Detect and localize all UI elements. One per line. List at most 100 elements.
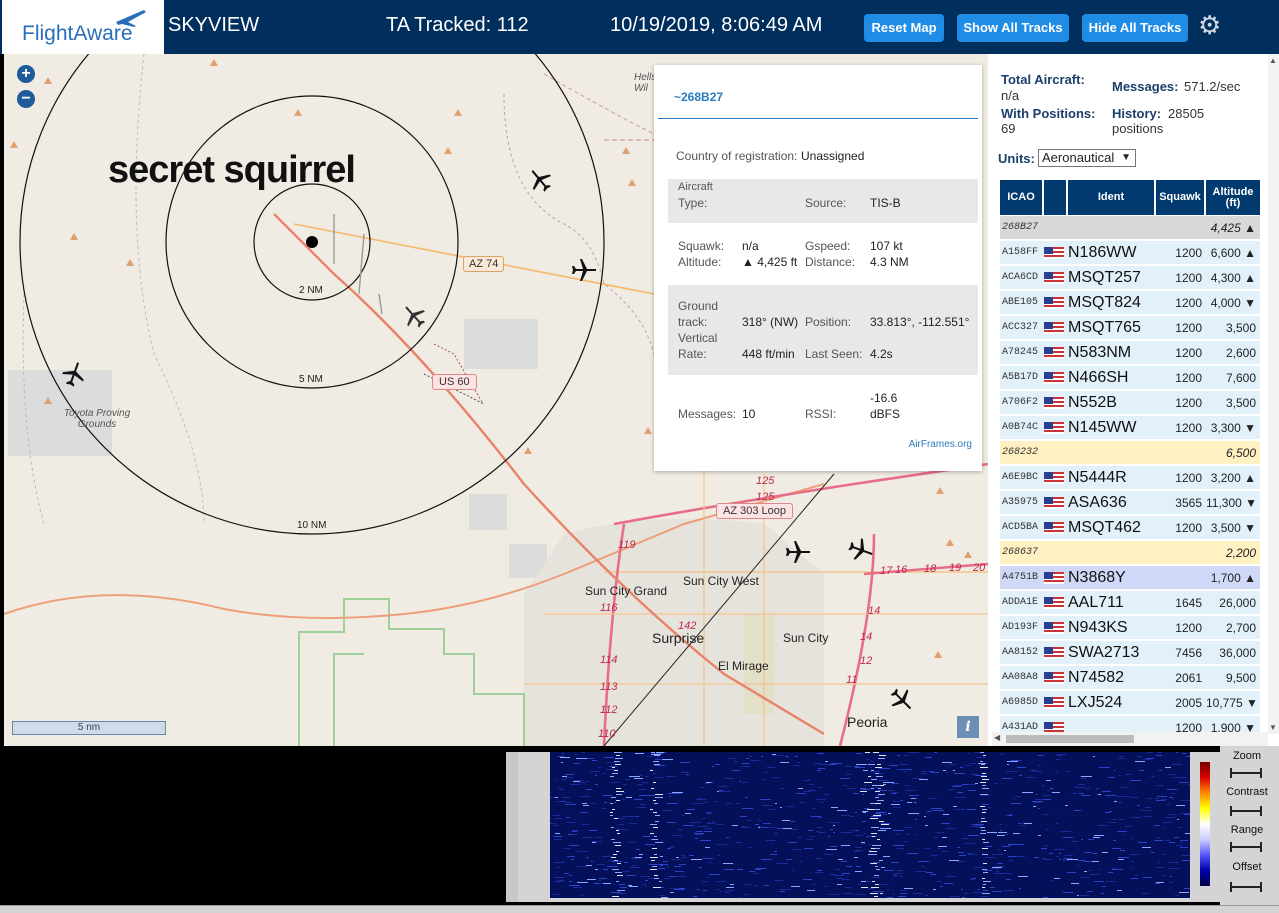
column-header-altitude[interactable]: Altitude (ft) <box>1206 180 1260 215</box>
us-flag-icon <box>1044 297 1064 309</box>
ident-cell <box>1068 541 1154 565</box>
table-row[interactable]: ADDA1E AAL711 1645 26,000 <box>1000 591 1260 615</box>
table-row[interactable]: ABE105 MSQT824 1200 4,000 ▼ <box>1000 291 1260 315</box>
aircraft-icon[interactable] <box>60 360 88 388</box>
color-scale-bar <box>1200 762 1210 886</box>
icao-cell: A6985D <box>1002 697 1039 708</box>
column-header-squawk[interactable]: Squawk <box>1156 180 1204 215</box>
altitude-cell: 2,700 <box>1225 621 1256 635</box>
divider <box>658 118 978 119</box>
vertical-scrollbar[interactable]: ▲ ▼ <box>1268 54 1279 734</box>
us-flag-icon <box>1044 522 1064 534</box>
reset-map-button[interactable]: Reset Map <box>864 14 944 42</box>
rssi-value-2: dBFS <box>870 407 901 421</box>
us-flag-icon <box>1044 397 1064 409</box>
zoom-in-button[interactable]: + <box>17 65 35 83</box>
table-row[interactable]: ACA6CD MSQT257 1200 4,300 ▲ <box>1000 266 1260 290</box>
ident-cell <box>1068 441 1154 465</box>
altitude-cell: 3,500 <box>1225 321 1256 335</box>
range-ring-label: 10 NM <box>297 520 327 531</box>
flag-cell <box>1044 491 1066 515</box>
table-row[interactable]: ACD5BA MSQT462 1200 3,500 ▼ <box>1000 516 1260 540</box>
country-value: Unassigned <box>801 149 865 163</box>
aircraft-icon[interactable] <box>847 536 875 564</box>
table-row[interactable]: A6985D LXJ524 2005 10,775 ▼ <box>1000 691 1260 715</box>
aircraft-icon[interactable] <box>784 538 812 566</box>
selected-aircraft-icon[interactable] <box>400 302 428 330</box>
table-row[interactable]: A706F2 N552B 1200 3,500 <box>1000 391 1260 415</box>
info-icon[interactable]: i <box>957 716 979 738</box>
table-row[interactable]: AD193F N943KS 1200 2,700 <box>1000 616 1260 640</box>
hide-all-tracks-button[interactable]: Hide All Tracks <box>1082 14 1188 42</box>
place-label: Sun City West <box>683 574 759 588</box>
table-row[interactable]: A0B74C N145WW 1200 3,300 ▼ <box>1000 416 1260 440</box>
altitude-cell: 6,500 <box>1225 446 1256 460</box>
flag-cell <box>1044 691 1066 715</box>
table-row[interactable]: A6E9BC N5444R 1200 3,200 ▲ <box>1000 466 1260 490</box>
scrollbar-thumb[interactable] <box>1006 735 1134 743</box>
units-dropdown[interactable]: Aeronautical ▼ <box>1038 149 1136 167</box>
horizontal-scrollbar[interactable]: ◀ <box>992 732 1268 746</box>
airframes-link[interactable]: AirFrames.org <box>909 439 972 450</box>
squawk-cell <box>1156 566 1204 590</box>
contrast-control-label: Contrast <box>1226 786 1268 798</box>
icao-cell: A5B17D <box>1002 372 1039 383</box>
total-aircraft-label: Total Aircraft: <box>1001 72 1085 87</box>
table-row[interactable]: AA8152 SWA2713 7456 36,000 <box>1000 641 1260 665</box>
flag-cell <box>1044 566 1066 590</box>
column-header-icao[interactable]: ICAO <box>1000 180 1042 215</box>
table-row[interactable]: ACC327 MSQT765 1200 3,500 <box>1000 316 1260 340</box>
contrast-slider[interactable] <box>1230 806 1262 816</box>
table-row[interactable]: A158FF N186WW 1200 6,600 ▲ <box>1000 241 1260 265</box>
altitude-cell: 4,300 ▲ <box>1210 271 1256 285</box>
vertical-rate-label-2: Rate: <box>678 347 707 361</box>
us-flag-icon <box>1044 672 1064 684</box>
range-ring-label: 2 NM <box>299 285 323 296</box>
waterfall-display[interactable] <box>550 752 1190 898</box>
aircraft-icon[interactable] <box>570 256 598 284</box>
aircraft-type-label-2: Type: <box>678 196 708 210</box>
ident-cell: MSQT824 <box>1068 294 1141 311</box>
distance-value: 4.3 NM <box>870 255 909 269</box>
road-shield-az74: AZ 74 <box>463 256 505 272</box>
table-row[interactable]: 268B27 4,425 ▲ <box>1000 216 1260 240</box>
range-slider[interactable] <box>1230 842 1262 852</box>
rssi-label: RSSI: <box>805 407 837 421</box>
table-row[interactable]: A5B17D N466SH 1200 7,600 <box>1000 366 1260 390</box>
icao-cell: A35975 <box>1002 497 1039 508</box>
exit-number: 16 <box>895 564 908 576</box>
aircraft-icon[interactable] <box>888 686 916 714</box>
place-label: Sun City <box>783 631 829 645</box>
selected-aircraft-hex[interactable]: ~268B27 <box>674 90 723 104</box>
panel-splitter[interactable] <box>506 752 518 902</box>
place-label: Peoria <box>847 714 888 730</box>
table-row[interactable]: AA08A8 N74582 2061 9,500 <box>1000 666 1260 690</box>
flightaware-logo[interactable]: FlightAware <box>2 0 164 54</box>
offset-slider[interactable] <box>1230 882 1262 892</box>
watermark-text: secret squirrel <box>108 149 356 191</box>
altitude-cell: 4,000 ▼ <box>1210 296 1256 310</box>
aircraft-icon[interactable] <box>526 166 554 194</box>
squawk-cell: 1200 <box>1175 346 1202 360</box>
source-label: Source: <box>805 196 847 210</box>
exit-number: 12 <box>860 655 873 667</box>
place-label: Hells Wil <box>634 72 657 94</box>
table-row[interactable]: A78245 N583NM 1200 2,600 <box>1000 341 1260 365</box>
show-all-tracks-button[interactable]: Show All Tracks <box>957 14 1069 42</box>
table-row[interactable]: A4751B N3868Y 1,700 ▲ <box>1000 566 1260 590</box>
zoom-slider[interactable] <box>1230 768 1262 778</box>
table-row[interactable]: A35975 ASA636 3565 11,300 ▼ <box>1000 491 1260 515</box>
table-row[interactable]: 268232 6,500 <box>1000 441 1260 465</box>
flag-cell <box>1044 441 1066 465</box>
flag-cell <box>1044 541 1066 565</box>
ident-cell: SWA2713 <box>1068 644 1140 661</box>
tracked-count: TA Tracked: 112 <box>386 14 529 36</box>
table-row[interactable]: 268637 2,200 <box>1000 541 1260 565</box>
column-header-flag[interactable] <box>1044 180 1066 215</box>
flag-cell <box>1044 216 1066 240</box>
column-header-ident[interactable]: Ident <box>1068 180 1154 215</box>
altitude-cell: 3,200 ▲ <box>1210 471 1256 485</box>
exit-number: 125 <box>756 475 775 487</box>
zoom-out-button[interactable]: − <box>17 90 35 108</box>
gear-icon[interactable]: ⚙ <box>1198 12 1221 38</box>
